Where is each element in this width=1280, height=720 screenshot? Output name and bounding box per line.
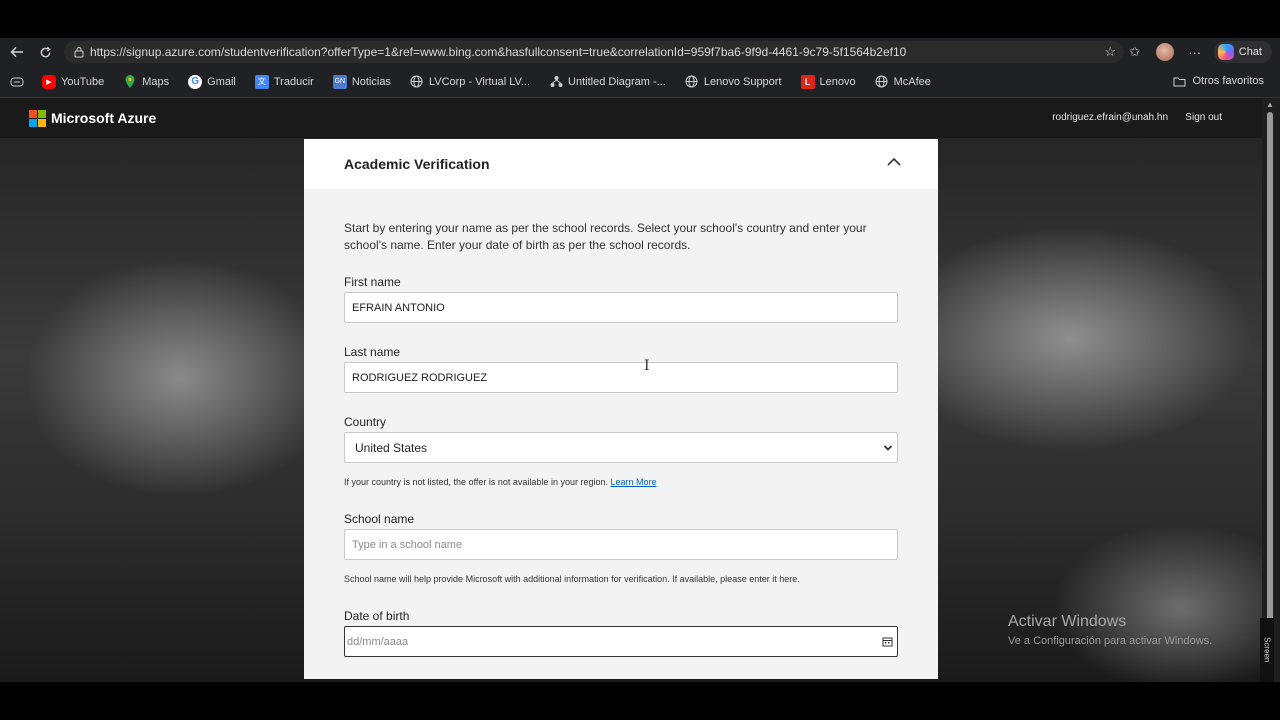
folder-icon	[1173, 77, 1186, 86]
news-icon: GN	[332, 74, 347, 89]
country-select[interactable]: United States	[344, 432, 898, 463]
activate-windows-title: Activar Windows	[1008, 613, 1127, 630]
globe-icon	[685, 75, 699, 89]
arrow-left-icon	[10, 46, 23, 58]
sign-out-link[interactable]: Sign out	[1185, 112, 1222, 123]
maps-icon	[123, 75, 137, 89]
bookmark-untitled-diagram[interactable]: Untitled Diagram -...	[549, 75, 666, 89]
chat-label: Chat	[1238, 46, 1262, 58]
other-favorites[interactable]: Otros favoritos	[1173, 75, 1264, 87]
bottom-black-bar	[0, 682, 1280, 720]
first-name-label: First name	[344, 275, 401, 289]
scroll-thumb[interactable]	[1267, 112, 1273, 632]
bookmark-lenovo[interactable]: L Lenovo	[800, 74, 856, 89]
text-cursor-icon: I	[644, 358, 650, 374]
collapse-button[interactable]	[886, 154, 902, 170]
bookmark-maps[interactable]: Maps	[123, 75, 169, 89]
globe-icon	[875, 75, 889, 89]
last-name-label: Last name	[344, 345, 401, 359]
card-header[interactable]: Academic Verification	[304, 139, 938, 189]
screen-recorder-badge[interactable]: Screen	[1260, 618, 1274, 682]
chevron-up-icon	[887, 157, 901, 166]
url-text: https://signup.azure.com/studentverifica…	[90, 45, 907, 59]
dob-label: Date of birth	[344, 609, 410, 623]
learn-more-link[interactable]: Learn More	[611, 477, 657, 487]
bookmark-toggle-icon[interactable]	[10, 76, 24, 88]
bookmarks-bar: ▶ YouTube Maps G Gmail 文 Traducir GN Not…	[0, 66, 1280, 98]
school-help-text: School name will help provide Microsoft …	[344, 574, 800, 584]
bookmark-lvcorp[interactable]: LVCorp - Virtual LV...	[410, 75, 530, 89]
chevron-down-icon	[883, 442, 893, 456]
favorite-star-icon[interactable]: ☆	[1104, 44, 1116, 60]
azure-brand[interactable]: Microsoft Azure	[51, 110, 156, 126]
date-of-birth-field[interactable]: dd/mm/aaaa	[344, 626, 898, 657]
address-bar[interactable]: https://signup.azure.com/studentverifica…	[64, 41, 1124, 63]
country-help-text: If your country is not listed, the offer…	[344, 477, 608, 487]
intro-text: Start by entering your name as per the s…	[344, 221, 867, 252]
diagram-icon	[549, 75, 563, 89]
microsoft-logo-icon	[29, 109, 46, 127]
first-name-field[interactable]: EFRAIN ANTONIO	[344, 292, 898, 323]
toolbar-right: ✩ ··· Chat	[1120, 38, 1280, 66]
copilot-chat-button[interactable]: Chat	[1213, 41, 1272, 63]
school-name-label: School name	[344, 512, 415, 526]
top-black-bar	[0, 0, 1280, 38]
globe-icon	[410, 75, 424, 89]
azure-header: Microsoft Azure rodriguez.efrain@unah.hn…	[0, 98, 1262, 138]
bookmark-noticias[interactable]: GN Noticias	[332, 74, 391, 89]
activate-windows-subtitle: Ve a Configuración para activar Windows.	[1008, 635, 1213, 647]
bookmark-traducir[interactable]: 文 Traducir	[254, 74, 314, 89]
bookmark-lenovo-support[interactable]: Lenovo Support	[685, 75, 782, 89]
school-name-field[interactable]: Type in a school name	[344, 529, 898, 560]
page-scrollbar[interactable]: ▲	[1262, 98, 1280, 682]
user-email: rodriguez.efrain@unah.hn	[1052, 112, 1168, 123]
dob-placeholder: dd/mm/aaaa	[347, 635, 409, 648]
browser-toolbar: https://signup.azure.com/studentverifica…	[0, 38, 1280, 66]
lenovo-icon: L	[800, 74, 815, 89]
translate-icon: 文	[254, 74, 269, 89]
country-help: If your country is not listed, the offer…	[344, 477, 657, 487]
bookmark-youtube[interactable]: ▶ YouTube	[42, 74, 104, 89]
back-button[interactable]	[3, 38, 31, 66]
calendar-icon[interactable]	[882, 636, 893, 650]
site-info-icon[interactable]	[68, 46, 90, 58]
scroll-up-icon[interactable]: ▲	[1266, 100, 1274, 109]
screen: { "browser": { "url": "https://signup.az…	[0, 0, 1280, 720]
avatar	[1155, 43, 1174, 61]
country-selected-value: United States	[355, 440, 428, 455]
more-options-icon[interactable]: ···	[1180, 38, 1210, 66]
youtube-icon: ▶	[42, 74, 56, 89]
bookmark-gmail[interactable]: G Gmail	[188, 74, 236, 89]
country-label: Country	[344, 415, 387, 429]
google-icon: G	[188, 74, 203, 89]
refresh-icon	[40, 46, 51, 57]
favorites-icon[interactable]: ✩	[1120, 38, 1150, 66]
academic-verification-card: Academic Verification Start by entering …	[304, 139, 938, 679]
profile-button[interactable]	[1150, 38, 1180, 66]
refresh-button[interactable]	[31, 38, 59, 66]
copilot-icon	[1217, 44, 1234, 60]
bookmark-mcafee[interactable]: McAfee	[875, 75, 931, 89]
last-name-field[interactable]: RODRIGUEZ RODRIGUEZ	[344, 362, 898, 393]
card-title: Academic Verification	[344, 156, 490, 172]
